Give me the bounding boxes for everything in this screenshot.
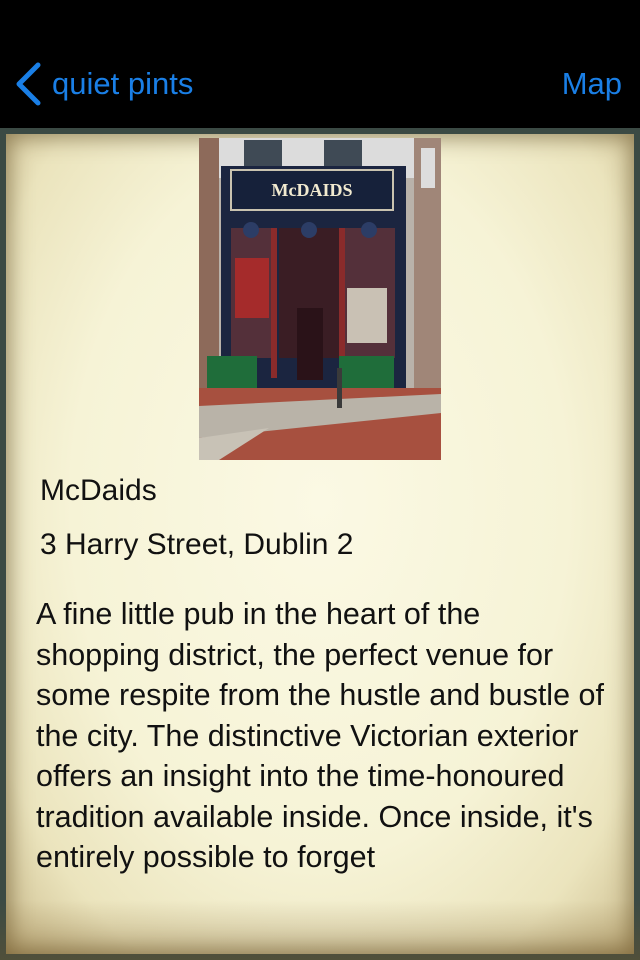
pub-name: McDaids xyxy=(40,474,157,507)
pub-description: A fine little pub in the heart of the sh… xyxy=(36,597,604,874)
map-button[interactable]: Map xyxy=(562,60,622,108)
back-button[interactable]: quiet pints xyxy=(14,60,193,108)
navigation-bar: quiet pints Map xyxy=(0,0,640,128)
back-button-label: quiet pints xyxy=(52,66,194,101)
detail-panel: McDAIDS McDaids 3 Harry Street, Dublin 2 xyxy=(0,128,640,960)
chevron-left-icon xyxy=(16,62,41,106)
pub-photo: McDAIDS xyxy=(199,138,441,460)
pub-address: 3 Harry Street, Dublin 2 xyxy=(40,528,354,561)
pub-sign-text: McDAIDS xyxy=(272,180,353,200)
